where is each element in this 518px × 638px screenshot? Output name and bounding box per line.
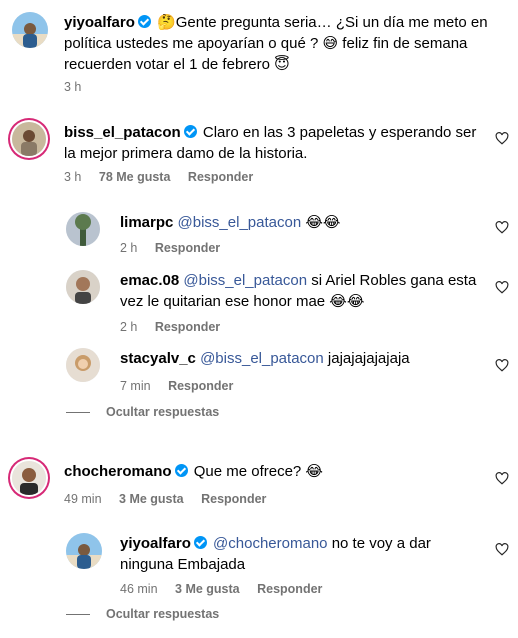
- reply-meta: 2 h Responder: [120, 320, 234, 334]
- comment-username[interactable]: chocheromano: [64, 463, 172, 480]
- comment-meta: 49 min 3 Me gusta Responder: [64, 492, 280, 506]
- hide-replies-button[interactable]: Ocultar respuestas: [66, 607, 219, 621]
- reply-time: 7 min: [120, 379, 151, 393]
- like-heart-icon[interactable]: [495, 221, 509, 234]
- reply-meta: 7 min Responder: [120, 379, 247, 393]
- reply-button[interactable]: Responder: [155, 241, 220, 255]
- avatar-yiyoalfaro[interactable]: [12, 12, 48, 48]
- reply-username[interactable]: emac.08: [120, 272, 179, 289]
- avatar-limarpc[interactable]: [66, 212, 100, 246]
- reply-button[interactable]: Responder: [188, 170, 253, 184]
- reply-body: emac.08 @biss_el_patacon si Ariel Robles…: [120, 270, 480, 312]
- reply-text: jajajajajajaja: [327, 350, 410, 367]
- like-count[interactable]: 3 Me gusta: [175, 582, 240, 596]
- verified-badge-icon: [174, 464, 188, 477]
- reply-body: yiyoalfaro @chocheromano no te voy a dar…: [120, 533, 480, 575]
- reply-button[interactable]: Responder: [168, 379, 233, 393]
- like-count[interactable]: 78 Me gusta: [99, 170, 171, 184]
- comment-body: chocheromano Que me ofrece? 😂: [64, 461, 484, 482]
- comment-time: 3 h: [64, 170, 82, 184]
- like-heart-icon[interactable]: [495, 281, 509, 294]
- comment-time: 49 min: [64, 492, 102, 506]
- reply-button[interactable]: Responder: [201, 492, 266, 506]
- verified-badge-icon: [193, 536, 207, 549]
- reply-meta: 46 min 3 Me gusta Responder: [120, 582, 336, 596]
- avatar-yiyoalfaro[interactable]: [66, 533, 102, 569]
- hide-replies-button[interactable]: Ocultar respuestas: [66, 405, 219, 419]
- like-heart-icon[interactable]: [495, 132, 509, 145]
- like-count[interactable]: 3 Me gusta: [119, 492, 184, 506]
- avatar-biss-el-patacon[interactable]: [12, 122, 46, 156]
- reply-username[interactable]: limarpc: [120, 214, 173, 231]
- reply-mention[interactable]: @biss_el_patacon: [178, 214, 302, 231]
- reply-time: 2 h: [120, 241, 138, 255]
- like-heart-icon[interactable]: [495, 472, 509, 485]
- divider: [66, 614, 90, 616]
- avatar-chocheromano[interactable]: [12, 461, 46, 495]
- verified-badge-icon: [183, 125, 197, 138]
- comment-meta: 3 h 78 Me gusta Responder: [64, 170, 267, 184]
- reply-meta: 2 h Responder: [120, 241, 234, 255]
- comment-body: biss_el_patacon Claro en las 3 papeletas…: [64, 122, 484, 164]
- reply-body: limarpc @biss_el_patacon 😂😂: [120, 212, 480, 233]
- avatar-stacyalv-c[interactable]: [66, 348, 100, 382]
- like-heart-icon[interactable]: [495, 543, 509, 556]
- comment-body: yiyoalfaro 🤔Gente pregunta seria… ¿Si un…: [64, 12, 504, 75]
- reply-time: 2 h: [120, 320, 138, 334]
- reply-username[interactable]: yiyoalfaro: [120, 535, 191, 552]
- hide-replies-label: Ocultar respuestas: [106, 405, 220, 419]
- avatar-emac-08[interactable]: [66, 270, 100, 304]
- like-heart-icon[interactable]: [495, 359, 509, 372]
- reply-button[interactable]: Responder: [155, 320, 220, 334]
- reply-text: 😂😂: [305, 214, 341, 231]
- hide-replies-label: Ocultar respuestas: [106, 607, 220, 621]
- verified-badge-icon: [137, 15, 151, 28]
- comment-meta: 3 h: [64, 80, 95, 94]
- reply-mention[interactable]: @chocheromano: [213, 535, 327, 552]
- reply-mention[interactable]: @biss_el_patacon: [200, 350, 324, 367]
- reply-time: 46 min: [120, 582, 158, 596]
- comment-username[interactable]: biss_el_patacon: [64, 124, 181, 141]
- reply-button[interactable]: Responder: [257, 582, 322, 596]
- comment-text: Que me ofrece? 😂: [193, 463, 323, 480]
- comment-username[interactable]: yiyoalfaro: [64, 14, 135, 31]
- reply-body: stacyalv_c @biss_el_patacon jajajajajaja…: [120, 348, 480, 369]
- divider: [66, 412, 90, 414]
- reply-mention[interactable]: @biss_el_patacon: [183, 272, 307, 289]
- reply-username[interactable]: stacyalv_c: [120, 350, 196, 367]
- comment-time: 3 h: [64, 80, 82, 94]
